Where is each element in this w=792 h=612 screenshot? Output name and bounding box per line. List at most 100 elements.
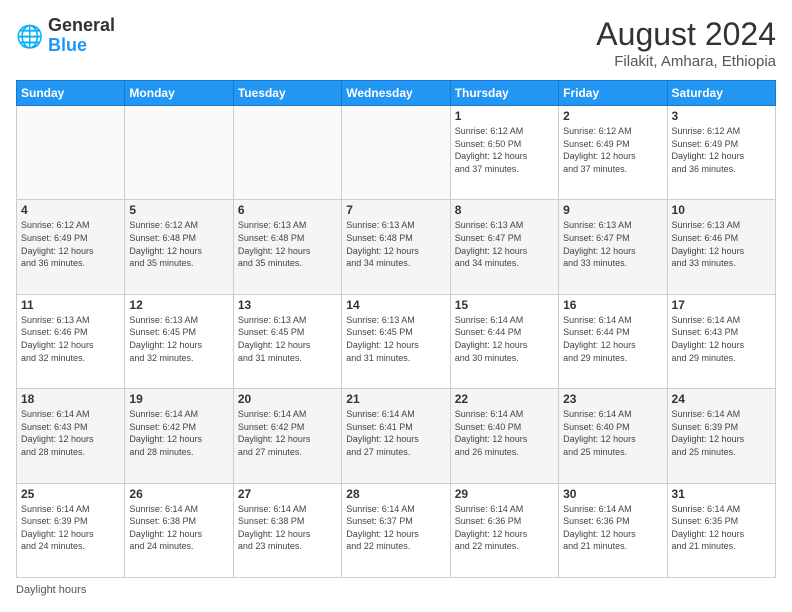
- calendar-cell: 16 Sunrise: 6:14 AM Sunset: 6:44 PM Dayli…: [559, 294, 667, 388]
- day-info: Sunrise: 6:14 AM Sunset: 6:41 PM Dayligh…: [346, 408, 445, 458]
- day-info: Sunrise: 6:14 AM Sunset: 6:42 PM Dayligh…: [238, 408, 337, 458]
- day-info: Sunrise: 6:13 AM Sunset: 6:45 PM Dayligh…: [346, 314, 445, 364]
- calendar-cell: 31 Sunrise: 6:14 AM Sunset: 6:35 PM Dayli…: [667, 483, 775, 577]
- day-number: 13: [238, 298, 337, 312]
- day-number: 10: [672, 203, 771, 217]
- day-number: 31: [672, 487, 771, 501]
- day-number: 5: [129, 203, 228, 217]
- week-row-5: 25 Sunrise: 6:14 AM Sunset: 6:39 PM Dayli…: [17, 483, 776, 577]
- week-row-1: 1Sunrise: 6:12 AM Sunset: 6:50 PM Daylig…: [17, 106, 776, 200]
- logo-text: General Blue: [48, 16, 115, 56]
- week-row-3: 11Sunrise: 6:13 AM Sunset: 6:46 PM Dayli…: [17, 294, 776, 388]
- calendar-cell: 6Sunrise: 6:13 AM Sunset: 6:48 PM Daylig…: [233, 200, 341, 294]
- day-number: 28: [346, 487, 445, 501]
- day-number: 30: [563, 487, 662, 501]
- day-info: Sunrise: 6:12 AM Sunset: 6:48 PM Dayligh…: [129, 219, 228, 269]
- title-block: August 2024 Filakit, Amhara, Ethiopia: [596, 16, 776, 70]
- day-info: Sunrise: 6:14 AM Sunset: 6:37 PM Dayligh…: [346, 503, 445, 553]
- day-info: Sunrise: 6:13 AM Sunset: 6:45 PM Dayligh…: [129, 314, 228, 364]
- calendar-cell: [125, 106, 233, 200]
- calendar-cell: [342, 106, 450, 200]
- day-number: 14: [346, 298, 445, 312]
- day-info: Sunrise: 6:13 AM Sunset: 6:46 PM Dayligh…: [21, 314, 120, 364]
- day-number: 4: [21, 203, 120, 217]
- calendar-cell: 28 Sunrise: 6:14 AM Sunset: 6:37 PM Dayli…: [342, 483, 450, 577]
- day-info: Sunrise: 6:12 AM Sunset: 6:49 PM Dayligh…: [563, 125, 662, 175]
- day-info: Sunrise: 6:14 AM Sunset: 6:43 PM Dayligh…: [672, 314, 771, 364]
- day-info: Sunrise: 6:14 AM Sunset: 6:43 PM Dayligh…: [21, 408, 120, 458]
- calendar-cell: 17 Sunrise: 6:14 AM Sunset: 6:43 PM Dayli…: [667, 294, 775, 388]
- svg-text:🌐: 🌐: [16, 24, 43, 49]
- calendar-cell: 22 Sunrise: 6:14 AM Sunset: 6:40 PM Dayli…: [450, 389, 558, 483]
- calendar-cell: 25 Sunrise: 6:14 AM Sunset: 6:39 PM Dayli…: [17, 483, 125, 577]
- col-header-sunday: Sunday: [17, 81, 125, 106]
- day-info: Sunrise: 6:14 AM Sunset: 6:36 PM Dayligh…: [455, 503, 554, 553]
- day-number: 24: [672, 392, 771, 406]
- col-header-wednesday: Wednesday: [342, 81, 450, 106]
- day-number: 26: [129, 487, 228, 501]
- logo-icon: 🌐: [16, 22, 44, 50]
- day-number: 18: [21, 392, 120, 406]
- col-header-friday: Friday: [559, 81, 667, 106]
- day-info: Sunrise: 6:14 AM Sunset: 6:44 PM Dayligh…: [455, 314, 554, 364]
- day-info: Sunrise: 6:14 AM Sunset: 6:35 PM Dayligh…: [672, 503, 771, 553]
- calendar-cell: 9 Sunrise: 6:13 AM Sunset: 6:47 PM Daylig…: [559, 200, 667, 294]
- day-number: 23: [563, 392, 662, 406]
- day-number: 16: [563, 298, 662, 312]
- day-number: 20: [238, 392, 337, 406]
- day-info: Sunrise: 6:14 AM Sunset: 6:36 PM Dayligh…: [563, 503, 662, 553]
- header: 🌐 General Blue August 2024 Filakit, Amha…: [16, 16, 776, 70]
- calendar-cell: 23 Sunrise: 6:14 AM Sunset: 6:40 PM Dayli…: [559, 389, 667, 483]
- day-number: 8: [455, 203, 554, 217]
- footer-note: Daylight hours: [16, 584, 776, 596]
- day-info: Sunrise: 6:14 AM Sunset: 6:40 PM Dayligh…: [455, 408, 554, 458]
- calendar-cell: 10 Sunrise: 6:13 AM Sunset: 6:46 PM Dayli…: [667, 200, 775, 294]
- calendar-cell: 7 Sunrise: 6:13 AM Sunset: 6:48 PM Daylig…: [342, 200, 450, 294]
- calendar-table: SundayMondayTuesdayWednesdayThursdayFrid…: [16, 80, 776, 578]
- calendar-cell: 11Sunrise: 6:13 AM Sunset: 6:46 PM Dayli…: [17, 294, 125, 388]
- day-number: 2: [563, 109, 662, 123]
- day-number: 3: [672, 109, 771, 123]
- calendar-cell: 5 Sunrise: 6:12 AM Sunset: 6:48 PM Daylig…: [125, 200, 233, 294]
- calendar-cell: 15 Sunrise: 6:14 AM Sunset: 6:44 PM Dayli…: [450, 294, 558, 388]
- calendar-cell: 14 Sunrise: 6:13 AM Sunset: 6:45 PM Dayli…: [342, 294, 450, 388]
- location: Filakit, Amhara, Ethiopia: [596, 53, 776, 70]
- calendar-cell: 12Sunrise: 6:13 AM Sunset: 6:45 PM Dayli…: [125, 294, 233, 388]
- day-info: Sunrise: 6:13 AM Sunset: 6:45 PM Dayligh…: [238, 314, 337, 364]
- calendar-cell: 26 Sunrise: 6:14 AM Sunset: 6:38 PM Dayli…: [125, 483, 233, 577]
- day-number: 7: [346, 203, 445, 217]
- day-info: Sunrise: 6:14 AM Sunset: 6:38 PM Dayligh…: [238, 503, 337, 553]
- day-number: 9: [563, 203, 662, 217]
- day-number: 15: [455, 298, 554, 312]
- calendar-cell: 18 Sunrise: 6:14 AM Sunset: 6:43 PM Dayli…: [17, 389, 125, 483]
- day-info: Sunrise: 6:13 AM Sunset: 6:46 PM Dayligh…: [672, 219, 771, 269]
- day-info: Sunrise: 6:14 AM Sunset: 6:39 PM Dayligh…: [21, 503, 120, 553]
- day-info: Sunrise: 6:14 AM Sunset: 6:38 PM Dayligh…: [129, 503, 228, 553]
- day-info: Sunrise: 6:14 AM Sunset: 6:39 PM Dayligh…: [672, 408, 771, 458]
- calendar-cell: 1Sunrise: 6:12 AM Sunset: 6:50 PM Daylig…: [450, 106, 558, 200]
- calendar-cell: 20 Sunrise: 6:14 AM Sunset: 6:42 PM Dayli…: [233, 389, 341, 483]
- day-info: Sunrise: 6:13 AM Sunset: 6:48 PM Dayligh…: [346, 219, 445, 269]
- day-info: Sunrise: 6:13 AM Sunset: 6:47 PM Dayligh…: [563, 219, 662, 269]
- calendar-cell: 4Sunrise: 6:12 AM Sunset: 6:49 PM Daylig…: [17, 200, 125, 294]
- day-number: 22: [455, 392, 554, 406]
- calendar-cell: 8Sunrise: 6:13 AM Sunset: 6:47 PM Daylig…: [450, 200, 558, 294]
- col-header-tuesday: Tuesday: [233, 81, 341, 106]
- day-info: Sunrise: 6:13 AM Sunset: 6:48 PM Dayligh…: [238, 219, 337, 269]
- week-row-2: 4Sunrise: 6:12 AM Sunset: 6:49 PM Daylig…: [17, 200, 776, 294]
- day-number: 19: [129, 392, 228, 406]
- col-header-monday: Monday: [125, 81, 233, 106]
- calendar-cell: 27Sunrise: 6:14 AM Sunset: 6:38 PM Dayli…: [233, 483, 341, 577]
- logo-blue-text: Blue: [48, 36, 115, 56]
- col-header-thursday: Thursday: [450, 81, 558, 106]
- calendar-cell: [17, 106, 125, 200]
- day-number: 25: [21, 487, 120, 501]
- month-year: August 2024: [596, 16, 776, 53]
- calendar-cell: [233, 106, 341, 200]
- day-number: 21: [346, 392, 445, 406]
- day-number: 29: [455, 487, 554, 501]
- day-number: 17: [672, 298, 771, 312]
- day-info: Sunrise: 6:14 AM Sunset: 6:40 PM Dayligh…: [563, 408, 662, 458]
- week-row-4: 18 Sunrise: 6:14 AM Sunset: 6:43 PM Dayli…: [17, 389, 776, 483]
- day-info: Sunrise: 6:14 AM Sunset: 6:44 PM Dayligh…: [563, 314, 662, 364]
